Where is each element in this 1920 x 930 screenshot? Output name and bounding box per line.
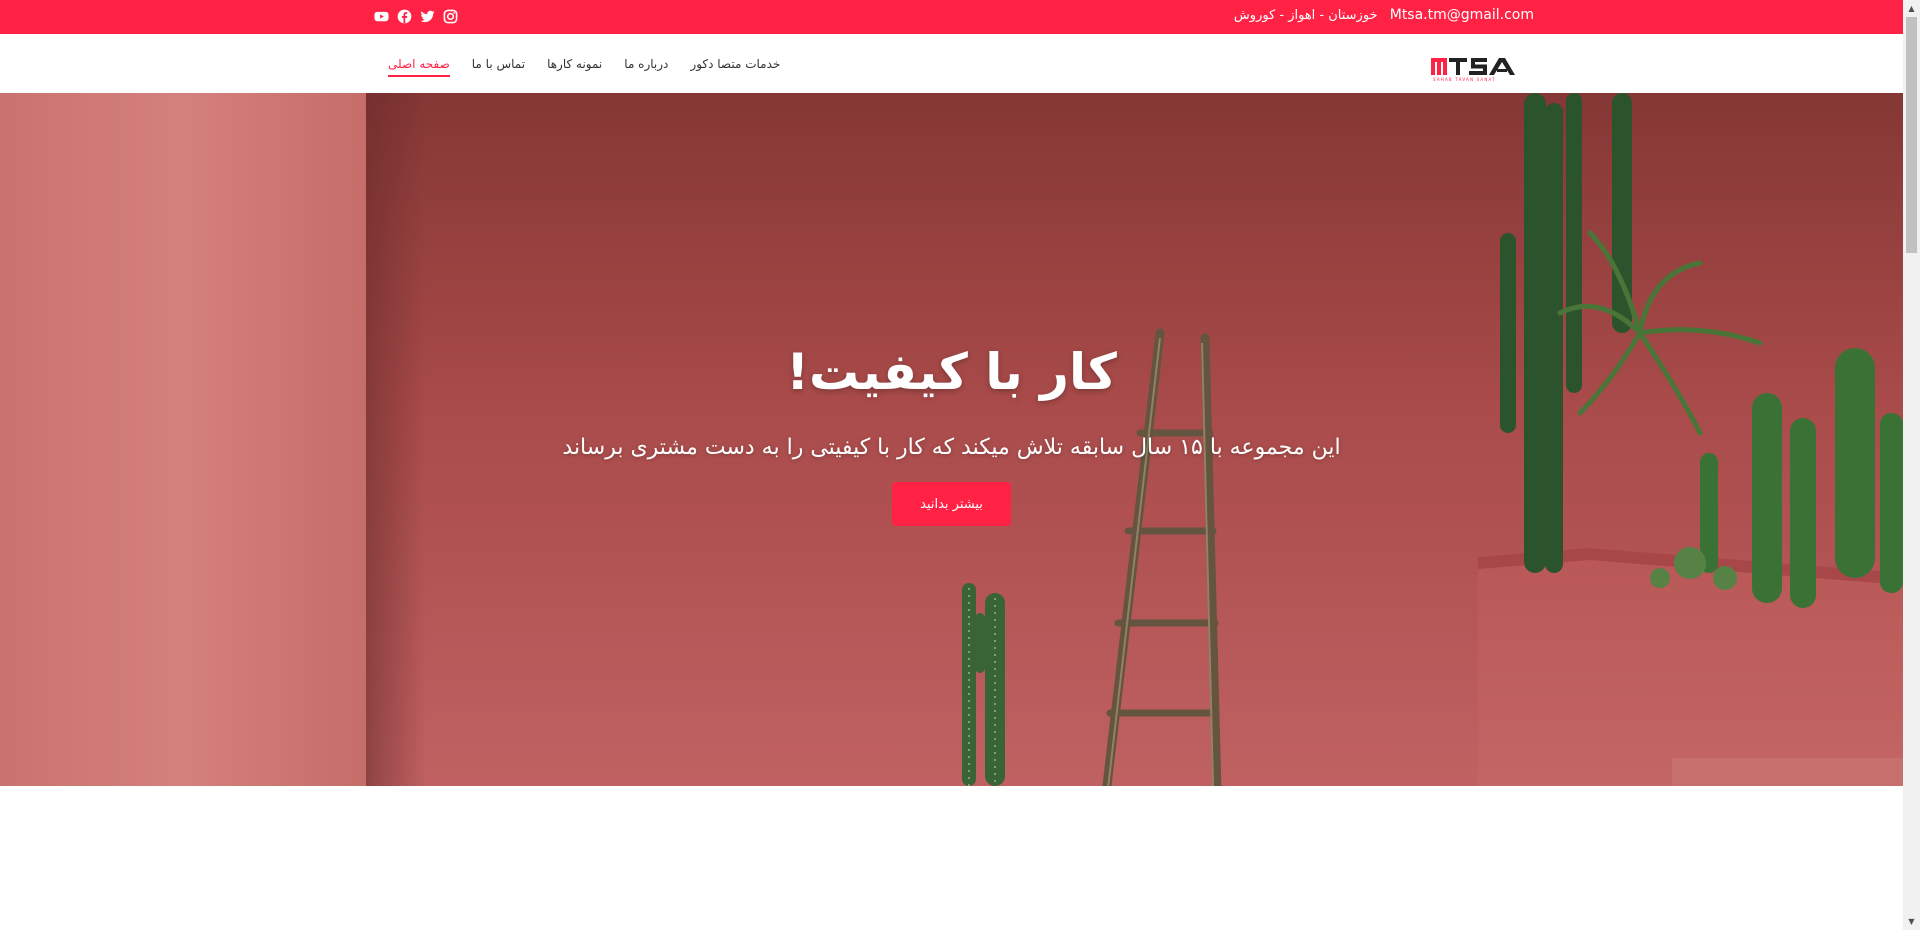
page: Mtsa.tm@gmail.com خوزستان - اهواز - کورو… [0, 0, 1903, 930]
learn-more-button[interactable]: بیشتر بدانید [892, 482, 1011, 526]
logo-tagline: SAHAB TAVAN SANAT [1433, 77, 1496, 82]
main-nav: صفحه اصلی تماس با ما نمونه کارها درباره … [388, 57, 780, 77]
hero-content: کار با کیفیت! این مجموعه با ۱۵ سال سابقه… [0, 93, 1903, 786]
site-header: SAHAB TAVAN SANAT صفحه اصلی تماس با ما ن… [0, 34, 1903, 93]
site-logo[interactable]: SAHAB TAVAN SANAT [1431, 51, 1534, 83]
scroll-up-icon[interactable]: ▲ [1903, 0, 1920, 17]
vertical-scrollbar[interactable]: ▲ ▼ [1903, 0, 1920, 930]
social-links [374, 9, 458, 24]
hero-subtitle: این مجموعه با ۱۵ سال سابقه تلاش میکند که… [562, 435, 1341, 460]
contact-email[interactable]: Mtsa.tm@gmail.com [1390, 7, 1534, 23]
hero-title: کار با کیفیت! [786, 343, 1117, 401]
contact-info: Mtsa.tm@gmail.com خوزستان - اهواز - کورو… [1234, 7, 1534, 23]
hero-section: کار با کیفیت! این مجموعه با ۱۵ سال سابقه… [0, 93, 1903, 786]
nav-portfolio[interactable]: نمونه کارها [547, 57, 602, 77]
youtube-icon[interactable] [374, 9, 389, 24]
nav-contact[interactable]: تماس با ما [472, 57, 525, 77]
nav-services[interactable]: خدمات متصا دکور [690, 57, 780, 77]
nav-about[interactable]: درباره ما [624, 57, 668, 77]
scroll-down-icon[interactable]: ▼ [1903, 913, 1920, 930]
facebook-icon[interactable] [397, 9, 412, 24]
twitter-icon[interactable] [420, 9, 435, 24]
top-bar: Mtsa.tm@gmail.com خوزستان - اهواز - کورو… [0, 0, 1903, 34]
contact-address: خوزستان - اهواز - کوروش [1233, 8, 1378, 23]
nav-home[interactable]: صفحه اصلی [388, 57, 450, 77]
scrollbar-thumb[interactable] [1906, 17, 1917, 253]
instagram-icon[interactable] [443, 9, 458, 24]
